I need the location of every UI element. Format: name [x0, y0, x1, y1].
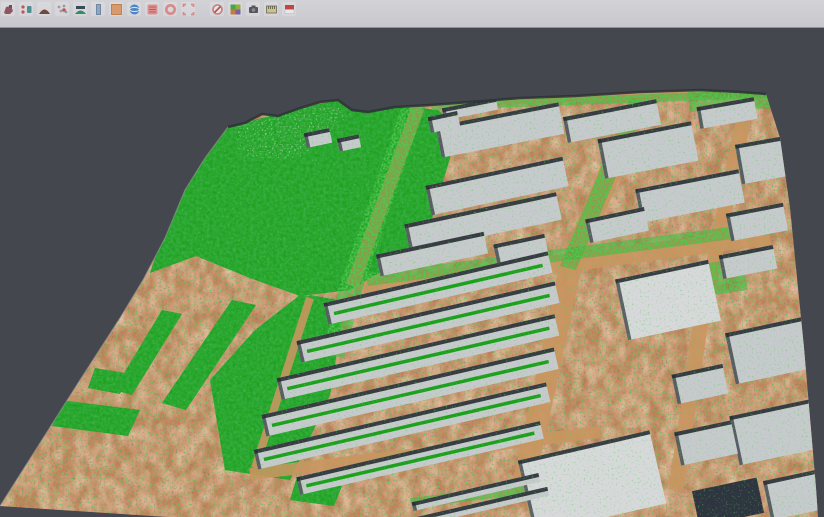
attribute-list-button[interactable]: [145, 2, 159, 16]
crop-icon: [182, 3, 195, 16]
ring-select-button[interactable]: [163, 2, 177, 16]
column-icon: [92, 3, 105, 16]
globe-icon: [128, 3, 141, 16]
toolbar: [0, 0, 824, 28]
attribute-list-icon: [146, 3, 159, 16]
disable-icon: [211, 3, 224, 16]
align-button[interactable]: [19, 2, 33, 16]
align-icon: [20, 3, 33, 16]
terrain-icon: [38, 3, 51, 16]
camera-icon: [247, 3, 260, 16]
terrain-button[interactable]: [37, 2, 51, 16]
viewport-3d[interactable]: [0, 28, 824, 517]
point-cloud-scene: [0, 28, 824, 517]
ring-select-icon: [164, 3, 177, 16]
ground-filter-button[interactable]: [73, 2, 87, 16]
ground-filter-icon: [74, 3, 87, 16]
disable-button[interactable]: [210, 2, 224, 16]
flag-button[interactable]: [282, 2, 296, 16]
toolbar-separator: [199, 2, 206, 16]
measure-button[interactable]: [264, 2, 278, 16]
flag-icon: [283, 3, 296, 16]
classification-button[interactable]: [228, 2, 242, 16]
camera-button[interactable]: [246, 2, 260, 16]
dem-button[interactable]: [109, 2, 123, 16]
points-icon: [56, 3, 69, 16]
dem-icon: [110, 3, 123, 16]
segment-button[interactable]: [1, 2, 15, 16]
segment-icon: [2, 3, 15, 16]
globe-button[interactable]: [127, 2, 141, 16]
column-button[interactable]: [91, 2, 105, 16]
classification-icon: [229, 3, 242, 16]
points-button[interactable]: [55, 2, 69, 16]
crop-button[interactable]: [181, 2, 195, 16]
measure-icon: [265, 3, 278, 16]
